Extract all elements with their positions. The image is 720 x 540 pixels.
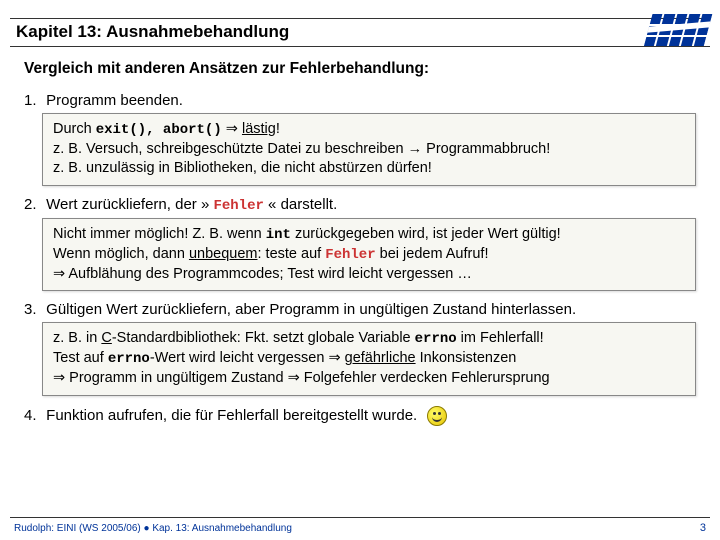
rule-bottom: [10, 46, 710, 47]
item-number: 2.: [24, 196, 42, 213]
item-heading: 2. Wert zurückliefern, der » Fehler « da…: [24, 196, 700, 214]
list-item: 2. Wert zurückliefern, der » Fehler « da…: [24, 196, 700, 291]
footer-rule: [10, 517, 710, 518]
rule-top: [10, 18, 710, 19]
smiley-icon: [427, 406, 447, 426]
code-text: errno: [108, 351, 150, 367]
slide: Kapitel 13: Ausnahmebehandlung Vergleich…: [0, 0, 720, 540]
item-number: 1.: [24, 92, 42, 109]
box-line: ⇒ Aufblähung des Programmcodes; Test wir…: [53, 265, 685, 285]
box-line: z. B. Versuch, schreibgeschützte Datei z…: [53, 140, 685, 160]
code-text: errno: [415, 331, 457, 347]
code-text: exit(), abort(): [96, 122, 222, 138]
item-number: 4.: [24, 407, 42, 424]
item-heading: 3. Gültigen Wert zurückliefern, aber Pro…: [24, 301, 700, 318]
list-item: 4. Funktion aufrufen, die für Fehlerfall…: [24, 406, 700, 426]
item-number: 3.: [24, 301, 42, 318]
page-number: 3: [700, 522, 706, 534]
box-line: Durch exit(), abort() ⇒ lästig!: [53, 120, 685, 140]
slide-title: Kapitel 13: Ausnahmebehandlung: [16, 22, 289, 42]
content: 1. Programm beenden. Durch exit(), abort…: [24, 92, 700, 436]
slide-subtitle: Vergleich mit anderen Ansätzen zur Fehle…: [24, 60, 429, 78]
box-line: z. B. in C-Standardbibliothek: Fkt. setz…: [53, 329, 685, 349]
list-item: 1. Programm beenden. Durch exit(), abort…: [24, 92, 700, 186]
detail-box: Durch exit(), abort() ⇒ lästig! z. B. Ve…: [42, 113, 696, 186]
box-line: ⇒ Programm in ungültigem Zustand ⇒ Folge…: [53, 369, 685, 389]
item-title: Gültigen Wert zurückliefern, aber Progra…: [46, 301, 576, 318]
code-text: Fehler: [213, 198, 263, 214]
item-heading: 1. Programm beenden.: [24, 92, 700, 109]
footer-text: Rudolph: EINI (WS 2005/06) ● Kap. 13: Au…: [14, 523, 292, 534]
item-title: Funktion aufrufen, die für Fehlerfall be…: [46, 407, 417, 424]
box-line: Nicht immer möglich! Z. B. wenn int zurü…: [53, 225, 685, 245]
box-line: Test auf errno-Wert wird leicht vergesse…: [53, 349, 685, 369]
box-line: Wenn möglich, dann unbequem: teste auf F…: [53, 245, 685, 265]
item-title: Programm beenden.: [46, 92, 183, 109]
list-item: 3. Gültigen Wert zurückliefern, aber Pro…: [24, 301, 700, 395]
code-text: Fehler: [325, 247, 375, 263]
box-line: z. B. unzulässig in Bibliotheken, die ni…: [53, 159, 685, 179]
item-heading: 4. Funktion aufrufen, die für Fehlerfall…: [24, 406, 700, 426]
detail-box: Nicht immer möglich! Z. B. wenn int zurü…: [42, 218, 696, 291]
logo-icon: [644, 14, 713, 47]
code-text: int: [266, 227, 291, 243]
detail-box: z. B. in C-Standardbibliothek: Fkt. setz…: [42, 322, 696, 395]
